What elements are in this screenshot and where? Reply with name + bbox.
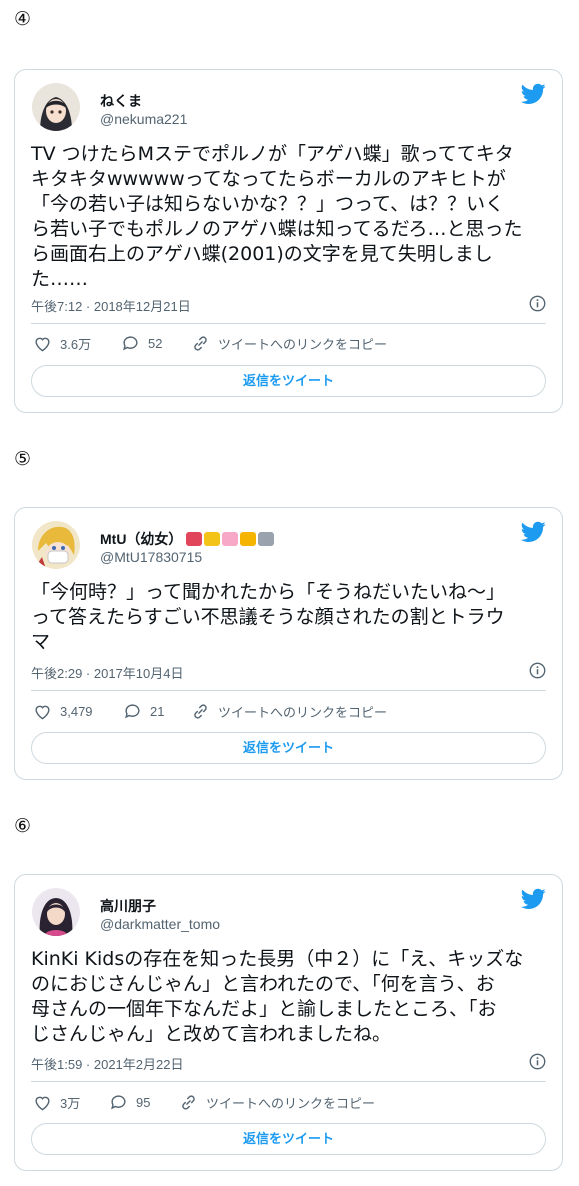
twitter-bird-icon[interactable] <box>521 83 546 105</box>
info-icon[interactable] <box>529 1053 546 1070</box>
tweet-header: 高川朋子 @darkmatter_tomo <box>32 888 546 938</box>
reply-icon <box>125 704 140 719</box>
twitter-bird-icon[interactable] <box>521 888 546 910</box>
tweet-text-line: マ <box>31 631 51 653</box>
user-name[interactable]: MtU（幼女） <box>100 529 276 549</box>
reply-icon <box>123 336 138 351</box>
user-handle[interactable]: @darkmatter_tomo <box>100 916 220 932</box>
name-emojis <box>186 531 276 547</box>
cherry-blossom-emoji-icon <box>222 532 239 546</box>
user-handle[interactable]: @MtU17830715 <box>100 549 202 565</box>
copy-link-label: ツイートへのリンクをコピー <box>218 705 388 720</box>
copy-link-button[interactable]: ツイートへのリンクをコピー <box>179 1093 375 1112</box>
copy-link-button[interactable]: ツイートへのリンクをコピー <box>191 334 387 353</box>
reply-count-button[interactable]: 95 <box>109 1093 150 1112</box>
like-button[interactable]: 3,479 <box>33 702 93 721</box>
tweet-text-line: KinKi Kidsの存在を知った長男（中２）に「え、キッズな <box>31 948 524 970</box>
copy-link-label: ツイートへのリンクをコピー <box>206 1096 376 1111</box>
heart-icon <box>35 1096 50 1111</box>
avatar[interactable] <box>32 83 80 131</box>
tweet-text-line: のにおじさんじゃん」と言われたので、「何を言う、お <box>31 973 495 995</box>
like-count: 3.6万 <box>60 337 92 352</box>
user-name[interactable]: ねくま <box>100 91 142 111</box>
divider <box>31 690 546 691</box>
copy-link-button[interactable]: ツイートへのリンクをコピー <box>191 702 387 721</box>
reply-count: 21 <box>150 704 165 719</box>
tweet-text-line: ら若い子でもポルノのアゲハ蝶は知ってるだろ…と思った <box>31 218 523 240</box>
like-button[interactable]: 3万 <box>33 1093 80 1112</box>
reply-count-button[interactable]: 52 <box>121 334 162 353</box>
heart-icon <box>35 705 50 720</box>
tweet-text-line: ら画面右上のアゲハ蝶(2001)の文字を見て失明しまし <box>31 243 493 265</box>
heart-icon <box>35 337 50 352</box>
divider <box>31 1081 546 1082</box>
info-icon[interactable] <box>529 295 546 312</box>
user-name[interactable]: 高川朋子 <box>100 896 156 916</box>
reply-count: 95 <box>136 1095 151 1110</box>
ribbon-emoji-icon <box>186 532 203 546</box>
reply-count: 52 <box>148 336 163 351</box>
twitter-bird-icon[interactable] <box>521 521 546 543</box>
reply-count-button[interactable]: 21 <box>123 702 164 721</box>
like-count: 3,479 <box>60 704 93 719</box>
section-number: ④ <box>14 8 32 30</box>
link-icon <box>182 1095 195 1110</box>
tweet-text: 「今何時？」って聞かれたから「そうねだいたいね～」 って答えたらすごい不思議そう… <box>31 580 552 655</box>
timestamp[interactable]: 午後7:12 · 2018年12月21日 <box>31 296 191 315</box>
tweet-text-line: じさんじゃん」と改めて言われましたね。 <box>31 1023 392 1045</box>
timestamp[interactable]: 午後1:59 · 2021年2月22日 <box>31 1054 183 1073</box>
timestamp[interactable]: 午後2:29 · 2017年10月4日 <box>31 663 183 682</box>
like-button[interactable]: 3.6万 <box>33 334 91 353</box>
tweet-text: TV つけたらMステでポルノが「アゲハ蝶」歌っててキタ キタキタwwwwwってな… <box>31 142 552 292</box>
tweet-header: MtU（幼女） @MtU17830715 <box>32 521 546 571</box>
lightning-emoji-icon <box>204 532 221 546</box>
tweet-card: 高川朋子 @darkmatter_tomo KinKi Kidsの存在を知った長… <box>14 874 563 1171</box>
copy-link-label: ツイートへのリンクをコピー <box>218 337 388 352</box>
link-icon <box>194 336 207 351</box>
tweet-text-line: 母さんの一個年下なんだよ」と諭しましたところ、「お <box>31 998 497 1020</box>
like-count: 3万 <box>60 1096 81 1111</box>
tweet-text-line: キタキタwwwwwってなってたらボーカルのアキヒトが <box>31 168 506 190</box>
section-number: ⑥ <box>14 815 32 837</box>
tweet-text-line: 「今何時？」って聞かれたから「そうねだいたいね～」 <box>31 581 506 603</box>
avatar[interactable] <box>32 888 80 936</box>
link-icon <box>194 704 207 719</box>
tweet-text-line: TV つけたらMステでポルノが「アゲハ蝶」歌っててキタ <box>31 143 514 165</box>
action-bar: 3.6万 52 ツイートへのリンクをコピー <box>33 334 546 356</box>
tweet-text-line: って答えたらすごい不思議そうな顔されたの割とトラウ <box>31 606 505 628</box>
reply-icon <box>111 1095 126 1110</box>
user-name-text: MtU（幼女） <box>100 531 183 547</box>
action-bar: 3万 95 ツイートへのリンクをコピー <box>33 1093 546 1115</box>
tweet-header: ねくま @nekuma221 <box>32 83 546 133</box>
tweet-text-line: 「今の若い子は知らないかな？？」つって、は？？いく <box>31 193 505 215</box>
divider <box>31 323 546 324</box>
reply-tweet-button[interactable]: 返信をツイート <box>31 732 546 764</box>
section-number: ⑤ <box>14 448 32 470</box>
tweet-text-line: た…… <box>31 268 89 290</box>
tweet-card: ねくま @nekuma221 TV つけたらMステでポルノが「アゲハ蝶」歌ってて… <box>14 69 563 413</box>
action-bar: 3,479 21 ツイートへのリンクをコピー <box>33 702 546 724</box>
tweet-card: MtU（幼女） @MtU17830715 「今何時？」って聞かれたから「そうねだ… <box>14 507 563 780</box>
user-handle[interactable]: @nekuma221 <box>100 111 187 127</box>
reply-tweet-button[interactable]: 返信をツイート <box>31 365 546 397</box>
tweet-text: KinKi Kidsの存在を知った長男（中２）に「え、キッズな のにおじさんじゃ… <box>31 947 552 1047</box>
crown-emoji-icon <box>240 532 257 546</box>
wolf-emoji-icon <box>258 532 275 546</box>
avatar[interactable] <box>32 521 80 569</box>
reply-tweet-button[interactable]: 返信をツイート <box>31 1123 546 1155</box>
info-icon[interactable] <box>529 662 546 679</box>
